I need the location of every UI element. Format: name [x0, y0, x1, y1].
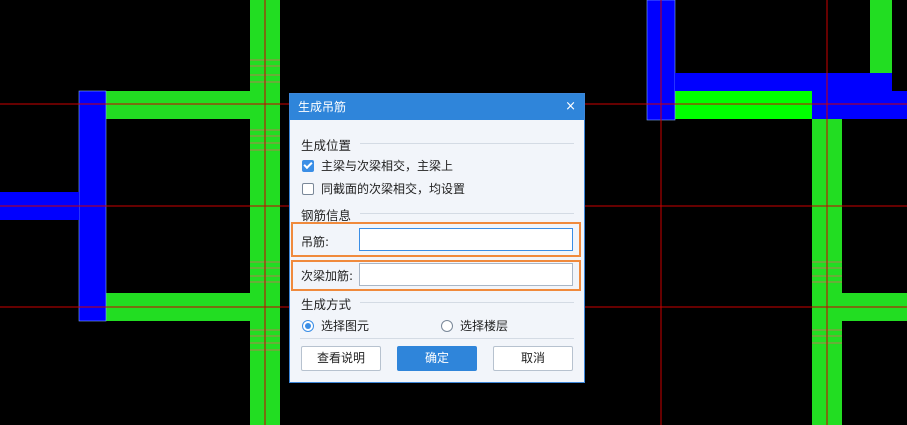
checkbox-main-beam[interactable]: [302, 159, 314, 172]
secondary-beam-rebar-input[interactable]: [359, 263, 573, 286]
option-main-beam[interactable]: 主梁与次梁相交，主梁上: [302, 157, 453, 174]
section-title-position: 生成位置: [301, 138, 352, 153]
column: [675, 73, 892, 91]
option-main-beam-label: 主梁与次梁相交，主梁上: [321, 159, 454, 173]
divider: [360, 143, 574, 144]
cancel-button[interactable]: 取消: [493, 346, 573, 371]
radio-select-element[interactable]: [302, 319, 314, 332]
option-select-floor-label: 选择楼层: [460, 319, 509, 333]
section-title-method: 生成方式: [301, 297, 352, 312]
option-same-section-label: 同截面的次梁相交，均设置: [321, 182, 466, 196]
ok-button[interactable]: 确定: [397, 346, 477, 371]
divider: [300, 338, 574, 339]
checkbox-same-section[interactable]: [302, 182, 314, 195]
view-help-button[interactable]: 查看说明: [301, 346, 381, 371]
column: [812, 91, 907, 119]
option-select-floor[interactable]: 选择楼层: [441, 317, 508, 334]
option-select-element-label: 选择图元: [321, 319, 370, 333]
divider: [360, 213, 574, 214]
close-icon[interactable]: ×: [565, 94, 576, 120]
hanger-input[interactable]: [359, 228, 573, 251]
hanger-label: 吊筋:: [301, 235, 330, 249]
dialog-title: 生成吊筋: [298, 100, 347, 114]
divider: [360, 302, 574, 303]
beam: [105, 91, 280, 119]
secondary-beam-rebar-label: 次梁加筋:: [301, 269, 354, 283]
radio-select-floor[interactable]: [441, 319, 453, 332]
dialog-titlebar[interactable]: 生成吊筋 ×: [290, 94, 584, 120]
generate-hanger-dialog: 生成吊筋 × 生成位置 主梁与次梁相交，主梁上 同截面的次梁相交，均设置 钢筋信…: [289, 93, 585, 383]
option-same-section[interactable]: 同截面的次梁相交，均设置: [302, 180, 465, 197]
beam: [675, 91, 812, 119]
option-select-element[interactable]: 选择图元: [302, 317, 369, 334]
